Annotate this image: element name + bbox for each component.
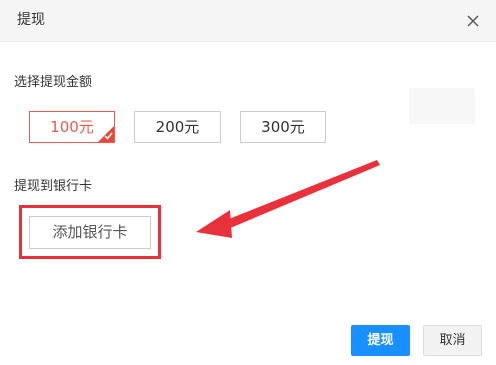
amount-option-300[interactable]: 300元 [240,111,326,143]
amount-section-label: 选择提现金额 [14,75,93,90]
dialog-header: 提现 [0,0,496,42]
checkmark-icon [104,132,113,140]
amount-option-200[interactable]: 200元 [134,111,221,143]
amount-option-100[interactable]: 100元 [29,111,115,143]
cancel-button[interactable]: 取消 [423,325,482,356]
amount-option-label: 300元 [261,118,305,136]
withdraw-confirm-button[interactable]: 提现 [351,325,410,356]
amount-option-label: 100元 [50,118,94,136]
dialog-title: 提现 [17,12,45,28]
bank-section-label: 提现到银行卡 [14,179,93,194]
amount-option-label: 200元 [155,118,200,136]
withdraw-dialog: 提现 选择提现金额 100元 200元 300元 提现到银行卡 添加银行卡 提现… [0,0,496,365]
add-bank-card-button[interactable]: 添加银行卡 [29,216,151,249]
close-icon[interactable] [462,10,484,32]
faded-background-element [409,88,475,124]
